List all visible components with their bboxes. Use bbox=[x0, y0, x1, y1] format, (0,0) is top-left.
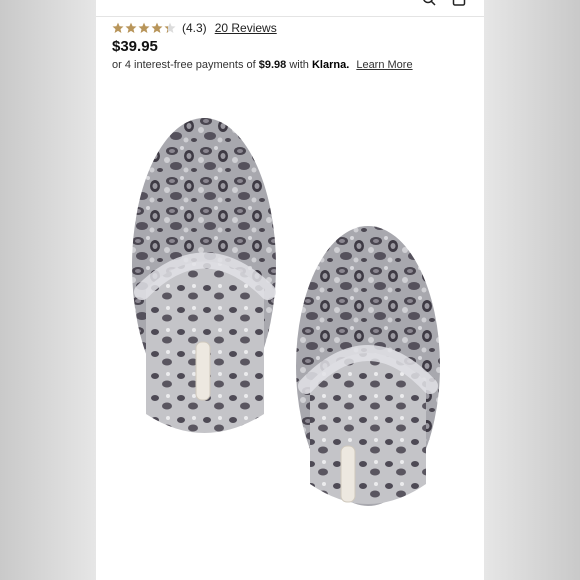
klarna-logo: Klarna. bbox=[311, 59, 350, 71]
klarna-installments: or 4 interest-free payments of $9.98 wit… bbox=[112, 59, 413, 71]
learn-more-link[interactable]: Learn More bbox=[356, 59, 412, 71]
klarna-with: with bbox=[289, 59, 309, 71]
installment-amount: $9.98 bbox=[258, 59, 287, 71]
star-icon bbox=[112, 22, 124, 33]
bag-icon[interactable] bbox=[452, 0, 466, 6]
background-left-margin bbox=[0, 0, 96, 580]
star-icon bbox=[138, 22, 150, 33]
star-icon bbox=[125, 22, 137, 33]
klarna-prefix: or 4 interest-free payments of bbox=[112, 59, 256, 71]
product-card: (4.3) 20 Reviews $39.95 or 4 interest-fr… bbox=[96, 0, 484, 580]
product-price: $39.95 bbox=[112, 38, 158, 55]
slippers-image bbox=[132, 118, 440, 506]
right-slipper bbox=[296, 226, 440, 506]
left-slipper bbox=[132, 118, 276, 433]
rating-row: (4.3) 20 Reviews bbox=[112, 20, 277, 36]
background-right-margin bbox=[484, 0, 580, 580]
star-rating bbox=[112, 22, 176, 34]
rating-value: (4.3) bbox=[182, 21, 207, 35]
header-bar bbox=[96, 0, 484, 17]
reviews-link[interactable]: 20 Reviews bbox=[215, 21, 277, 35]
star-outline-icon bbox=[164, 22, 176, 33]
star-icon bbox=[151, 22, 163, 33]
search-icon[interactable] bbox=[422, 0, 436, 6]
